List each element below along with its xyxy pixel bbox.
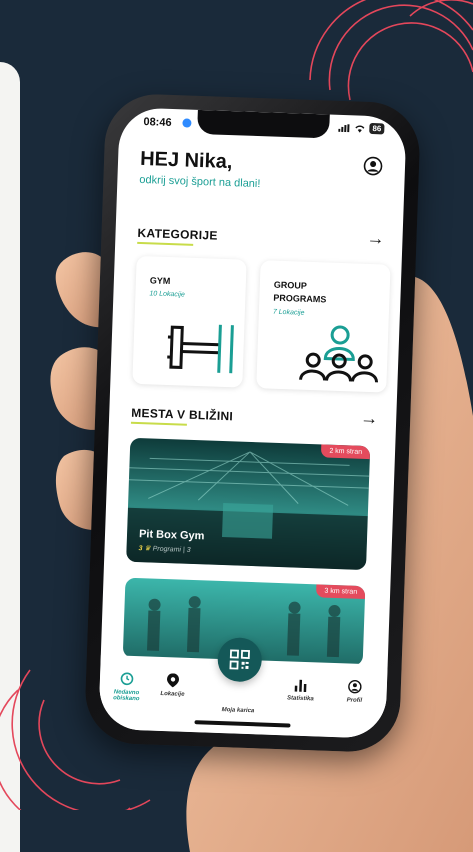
category-card-group-programs[interactable]: GROUP PROGRAMS 7 Lokacije [256, 260, 391, 393]
nav-label: Statistika [286, 695, 314, 703]
category-name: GROUP PROGRAMS [273, 279, 327, 305]
place-rating: 3 [138, 545, 143, 553]
phone-frame: 08:46 86 HEJ Nika, odkrij svoj šport na … [83, 92, 422, 754]
categories-underline [137, 241, 194, 246]
battery-indicator: 86 [369, 122, 385, 135]
crown-icon: ♛ [144, 545, 151, 553]
category-name: GYM [149, 275, 171, 287]
bottom-navigation: Nedavno obiskano Lokacije Moja karica St… [98, 636, 388, 739]
recent-icon [120, 672, 134, 686]
categories-title: KATEGORIJE [137, 225, 218, 243]
greeting-tagline: odkrij svoj šport na dlani! [139, 173, 261, 191]
qr-code-button[interactable] [216, 636, 263, 683]
place-meta-text: Programi | 3 [152, 545, 191, 554]
user-icon [348, 680, 362, 694]
status-icons: 86 [338, 122, 385, 135]
wifi-icon [355, 125, 365, 133]
category-card-gym[interactable]: GYM 10 Lokacije [132, 255, 247, 388]
background-panel [0, 62, 20, 852]
distance-badge: 3 km stran [316, 584, 366, 600]
nearby-title: MESTA V BLIŽINI [131, 405, 234, 424]
qr-code-icon [229, 649, 250, 670]
status-time: 08:46 [143, 116, 172, 129]
dumbbell-icon [167, 324, 234, 374]
category-count: 7 Lokacije [272, 308, 305, 317]
nav-item-statistics[interactable]: Statistika [275, 677, 326, 703]
nav-label: Nedavno obiskano [113, 689, 140, 703]
nav-item-recent[interactable]: Nedavno obiskano [101, 671, 152, 703]
nav-item-my-card[interactable]: Moja karica [213, 707, 263, 715]
group-people-icon [299, 325, 378, 383]
nav-label: Lokacije [160, 690, 185, 698]
signal-icon [338, 123, 350, 132]
distance-badge: 2 km stran [321, 444, 371, 460]
place-name: Pit Box Gym [138, 528, 205, 543]
nav-label: Profil [346, 697, 363, 704]
nav-label: Moja karica [221, 707, 255, 715]
bar-chart-icon [294, 679, 307, 693]
categories-arrow-icon[interactable]: → [366, 228, 385, 250]
app-screen: 08:46 86 HEJ Nika, odkrij svoj šport na … [98, 107, 407, 739]
nearby-arrow-icon[interactable]: → [360, 408, 379, 430]
nav-item-profile[interactable]: Profil [329, 679, 380, 705]
place-card-pit-box-gym[interactable]: 2 km stran Pit Box Gym 3 ♛ Programi | 3 [126, 437, 371, 571]
nav-item-locations[interactable]: Lokacije [147, 673, 198, 699]
nearby-underline [130, 421, 187, 426]
location-pin-icon [167, 673, 180, 688]
category-count: 10 Lokacije [149, 290, 185, 299]
greeting-title: HEJ Nika, [139, 147, 233, 174]
profile-icon[interactable] [363, 156, 384, 177]
location-indicator-icon [182, 118, 192, 128]
notch [197, 109, 330, 139]
